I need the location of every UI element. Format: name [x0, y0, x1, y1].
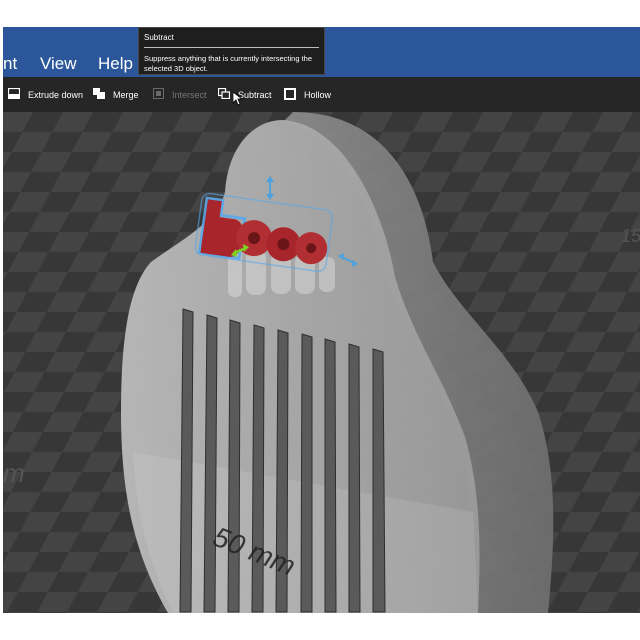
extrude-down-label: Extrude down: [28, 89, 84, 100]
hollow-label: Hollow: [304, 89, 332, 100]
tooltip-body: Suppress anything that is currently inte…: [144, 54, 313, 73]
extrude-down-icon: [7, 87, 21, 101]
intersect-label: Intersect: [172, 89, 207, 100]
tooltip-title: Subtract: [144, 33, 174, 42]
intersect-button[interactable]: Intersect: [153, 77, 207, 112]
menu-item-help[interactable]: Help: [98, 54, 133, 74]
tooltip-divider: [144, 47, 319, 48]
extrude-down-button[interactable]: Extrude down: [7, 77, 84, 112]
mouse-cursor-icon: [232, 91, 244, 111]
merge-button[interactable]: Merge: [93, 77, 139, 112]
subtract-icon: [217, 87, 231, 101]
merge-label: Merge: [113, 89, 139, 100]
menu-item-tools[interactable]: nt: [3, 54, 17, 74]
edge-label-left: m: [3, 458, 25, 488]
3d-viewport[interactable]: 50 mm m 15: [3, 112, 640, 613]
app-window: nt View Help Extrude down Merge Intersec…: [3, 27, 640, 613]
intersect-icon: [153, 88, 164, 101]
menu-item-view[interactable]: View: [40, 54, 77, 74]
edge-label-right: 15: [621, 226, 640, 246]
merge-icon: [93, 88, 105, 101]
subtract-button[interactable]: Subtract: [217, 77, 272, 112]
scene-canvas: 50 mm m 15: [3, 112, 640, 613]
subtract-tooltip: Subtract Suppress anything that is curre…: [138, 27, 325, 75]
subtract-label: Subtract: [238, 89, 272, 100]
hollow-icon: [284, 87, 296, 102]
toolbar: Extrude down Merge Intersect Subtract Ho…: [3, 77, 640, 112]
hollow-button[interactable]: Hollow: [284, 77, 331, 112]
